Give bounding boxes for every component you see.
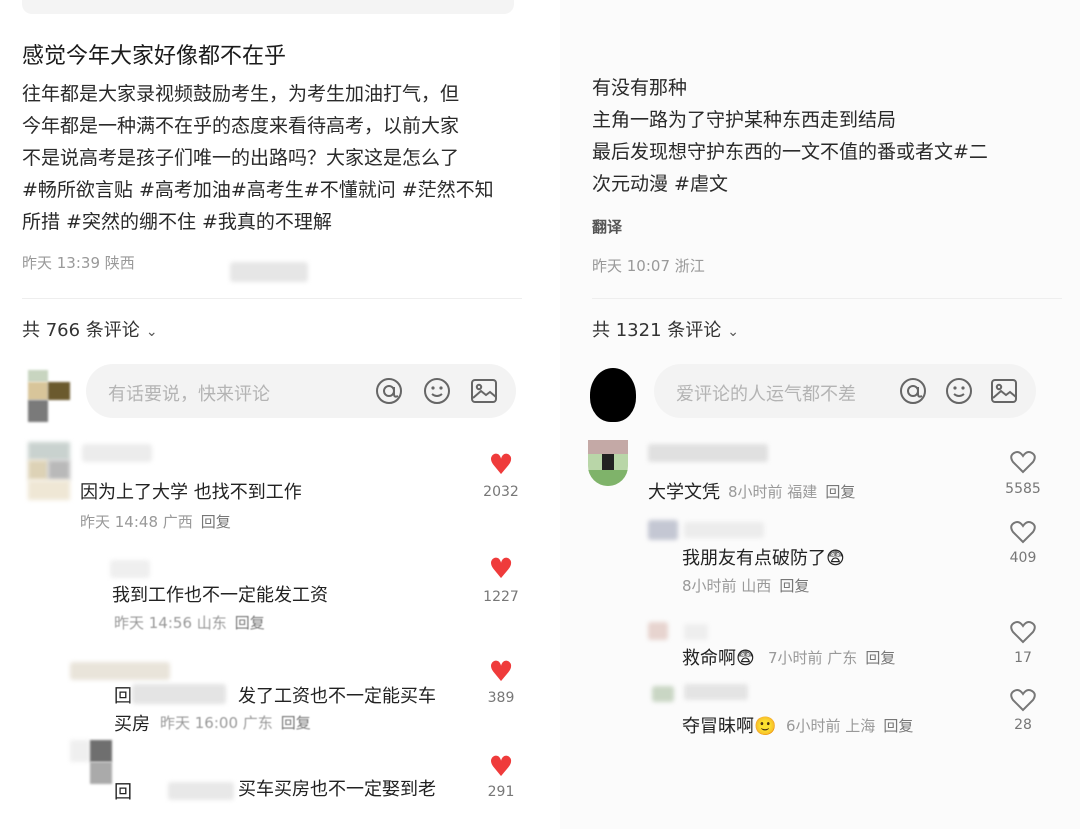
blurred-username bbox=[82, 444, 152, 462]
comment-meta: 6小时前 上海 回复 bbox=[786, 715, 913, 736]
comment-text: 我到工作也不一定能发工资 bbox=[112, 585, 328, 606]
smile-icon[interactable] bbox=[944, 376, 974, 406]
heart-outline-icon[interactable] bbox=[998, 620, 1048, 648]
avatar[interactable] bbox=[590, 368, 636, 422]
like-count: 2032 bbox=[483, 484, 519, 500]
post-meta: 昨天 10:07 浙江 bbox=[592, 257, 705, 275]
blurred-username bbox=[684, 522, 764, 538]
like-count: 28 bbox=[1014, 717, 1032, 733]
comment-count-label: 共 1321 条评论 bbox=[592, 320, 722, 341]
heart-outline-icon[interactable] bbox=[998, 688, 1048, 716]
top-search-bar-remnant bbox=[22, 0, 514, 14]
post-title: 感觉今年大家好像都不在乎 bbox=[22, 44, 287, 69]
comment-count[interactable]: 共 766 条评论 ⌄ bbox=[22, 316, 158, 342]
avatar[interactable] bbox=[28, 442, 70, 500]
blurred-info bbox=[230, 262, 308, 282]
blurred-username bbox=[684, 684, 748, 700]
heart-filled-icon[interactable]: ♥ bbox=[476, 750, 526, 783]
blurred-username bbox=[132, 684, 226, 704]
at-icon[interactable] bbox=[374, 376, 404, 406]
blurred-username bbox=[684, 624, 708, 640]
reply-link[interactable]: 回复 bbox=[883, 717, 913, 735]
comment-body: 夺冒昧啊 bbox=[682, 716, 754, 737]
comment-input[interactable]: 有话要说，快来评论 bbox=[86, 364, 516, 418]
emoji-icon: 😨 bbox=[826, 548, 845, 569]
blurred-avatar bbox=[652, 686, 674, 702]
emoji-icon: 😨 bbox=[736, 648, 755, 669]
smile-icon[interactable] bbox=[422, 376, 452, 406]
comment-count[interactable]: 共 1321 条评论 ⌄ bbox=[592, 316, 739, 342]
heart-filled-icon[interactable]: ♥ bbox=[476, 552, 526, 585]
blurred-username bbox=[110, 560, 150, 578]
divider bbox=[22, 298, 522, 299]
avatar[interactable] bbox=[70, 740, 112, 784]
comment-meta: 8小时前 山西 回复 bbox=[682, 575, 809, 596]
comment-text: 我朋友有点破防了😨 bbox=[682, 544, 845, 570]
comment-text: 因为上了大学 也找不到工作 bbox=[80, 482, 302, 503]
comment-meta: 昨天 14:56 山东 回复 bbox=[114, 612, 265, 633]
comment-meta: 昨天 14:48 广西 回复 bbox=[80, 511, 231, 532]
post-meta: 昨天 13:39 陕西 bbox=[22, 254, 135, 272]
comment-body: 救命啊 bbox=[682, 648, 736, 669]
comment-input-placeholder: 爱评论的人运气都不差 bbox=[676, 384, 856, 405]
blurred-avatar bbox=[70, 662, 170, 680]
comment-count-label: 共 766 条评论 bbox=[22, 320, 140, 341]
reply-link[interactable]: 回复 bbox=[235, 614, 265, 632]
comment-input[interactable]: 爱评论的人运气都不差 bbox=[654, 364, 1036, 418]
post-body: 有没有那种 主角一路为了守护某种东西走到结局 最后发现想守护东西的一文不值的番或… bbox=[592, 77, 988, 195]
post-body: 往年都是大家录视频鼓励考生，为考生加油打气，但 今年都是一种满不在乎的态度来看待… bbox=[22, 83, 494, 233]
comment-text-continuation: 买房 bbox=[114, 714, 150, 735]
heart-filled-icon[interactable]: ♥ bbox=[476, 448, 526, 481]
translate-link[interactable]: 翻译 bbox=[592, 216, 622, 237]
like-count: 1227 bbox=[483, 589, 519, 605]
comment-text-prefix: 回 bbox=[114, 782, 132, 803]
avatar[interactable] bbox=[588, 440, 628, 486]
reply-link[interactable]: 回复 bbox=[865, 649, 895, 667]
image-icon[interactable] bbox=[469, 376, 499, 406]
comment-text-prefix: 回 bbox=[114, 686, 132, 707]
avatar[interactable] bbox=[28, 370, 70, 422]
like-count: 409 bbox=[1009, 550, 1037, 566]
blurred-username bbox=[168, 782, 234, 800]
comment-body: 我朋友有点破防了 bbox=[682, 548, 826, 569]
like-count: 5585 bbox=[1005, 481, 1041, 497]
like-count: 17 bbox=[1014, 650, 1032, 666]
comment-text: 发了工资也不一定能买车 bbox=[238, 686, 436, 707]
reply-link[interactable]: 回复 bbox=[281, 714, 311, 732]
at-icon[interactable] bbox=[898, 376, 928, 406]
comment-text: 买车买房也不一定娶到老 bbox=[238, 779, 436, 800]
comment-text: 救命啊😨 bbox=[682, 644, 755, 670]
right-post-panel: 有没有那种 主角一路为了守护某种东西走到结局 最后发现想守护东西的一文不值的番或… bbox=[560, 0, 1080, 829]
blurred-username bbox=[648, 444, 768, 462]
chevron-down-icon: ⌄ bbox=[727, 324, 739, 340]
reply-link[interactable]: 回复 bbox=[779, 577, 809, 595]
like-count: 389 bbox=[487, 690, 515, 706]
comment-time-location: 8小时前 福建 bbox=[728, 483, 818, 501]
comment-meta: 8小时前 福建 回复 bbox=[728, 481, 855, 502]
comment-input-placeholder: 有话要说，快来评论 bbox=[108, 384, 270, 405]
heart-outline-icon[interactable] bbox=[998, 450, 1048, 478]
comment-time-location: 昨天 14:56 山东 bbox=[114, 614, 227, 632]
comment-time-location: 8小时前 山西 bbox=[682, 577, 772, 595]
blurred-avatar bbox=[648, 520, 678, 540]
comment-time-location: 7小时前 广东 bbox=[768, 649, 858, 667]
comment-meta: 昨天 16:00 广东 回复 bbox=[160, 712, 311, 733]
emoji-icon: 🙂 bbox=[754, 716, 777, 737]
comment-time-location: 6小时前 上海 bbox=[786, 717, 876, 735]
blurred-avatar bbox=[648, 622, 668, 640]
comment-meta: 7小时前 广东 回复 bbox=[768, 647, 895, 668]
comment-text: 大学文凭 bbox=[648, 482, 720, 503]
reply-link[interactable]: 回复 bbox=[201, 513, 231, 531]
divider bbox=[592, 298, 1062, 299]
heart-outline-icon[interactable] bbox=[998, 520, 1048, 548]
reply-link[interactable]: 回复 bbox=[825, 483, 855, 501]
chevron-down-icon: ⌄ bbox=[145, 324, 158, 340]
comment-time-location: 昨天 16:00 广东 bbox=[160, 714, 273, 732]
image-icon[interactable] bbox=[989, 376, 1019, 406]
comment-time-location: 昨天 14:48 广西 bbox=[80, 513, 193, 531]
left-post-panel: 感觉今年大家好像都不在乎 往年都是大家录视频鼓励考生，为考生加油打气，但 今年都… bbox=[0, 0, 540, 829]
heart-filled-icon[interactable]: ♥ bbox=[476, 655, 526, 688]
comment-text: 夺冒昧啊🙂 bbox=[682, 712, 776, 738]
like-count: 291 bbox=[487, 784, 515, 800]
